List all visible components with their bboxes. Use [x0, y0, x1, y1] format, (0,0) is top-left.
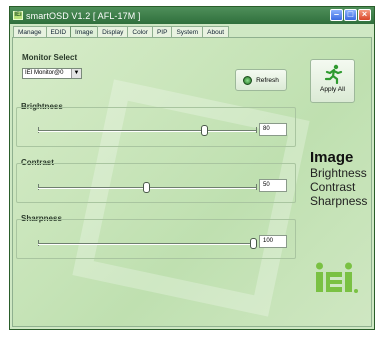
minimize-button[interactable]: – [330, 9, 343, 21]
tab-color[interactable]: Color [127, 26, 153, 37]
contrast-slider-thumb[interactable] [143, 182, 150, 193]
tab-manage[interactable]: Manage [13, 26, 47, 37]
running-man-icon [324, 64, 342, 84]
maximize-button[interactable]: □ [344, 9, 357, 21]
tab-system[interactable]: System [171, 26, 204, 37]
apply-all-label: Apply All [320, 86, 345, 93]
slider-end [256, 184, 257, 190]
caption-item-brightness: Brightness [310, 166, 367, 180]
slider-end [256, 127, 257, 133]
sharpness-value-field[interactable]: 100 [259, 235, 287, 248]
refresh-button[interactable]: Refresh [235, 69, 287, 91]
brightness-value-field[interactable]: 80 [259, 123, 287, 136]
contrast-group [16, 163, 296, 203]
caption-title: Image [310, 149, 354, 166]
monitor-select-value: IEI Monitor@0 [25, 70, 64, 76]
window-title: smartOSD V1.2 [ AFL-17M ] [26, 10, 141, 21]
tab-about[interactable]: About [202, 26, 230, 37]
brightness-slider-thumb[interactable] [201, 125, 208, 136]
refresh-icon [243, 75, 253, 85]
chevron-down-icon[interactable]: ▼ [71, 69, 81, 78]
apply-all-button[interactable]: Apply All [310, 59, 355, 103]
caption-item-contrast: Contrast [310, 180, 356, 194]
tab-pip[interactable]: PIP [151, 26, 173, 37]
brightness-group [16, 107, 296, 147]
iei-logo-icon [316, 262, 358, 293]
app-logo-icon: IEi [13, 11, 23, 20]
monitor-select-label: Monitor Select [22, 53, 78, 62]
caption-item-sharpness: Sharpness [310, 194, 368, 208]
sharpness-slider-track[interactable] [38, 243, 256, 245]
tab-edid[interactable]: EDID [45, 26, 72, 37]
image-caption: Image Brightness Contrast Sharpness [310, 149, 382, 209]
brightness-slider-track[interactable] [38, 130, 256, 132]
tab-display[interactable]: Display [97, 26, 129, 37]
refresh-label: Refresh [256, 76, 279, 84]
monitor-select-dropdown[interactable]: IEI Monitor@0 ▼ [22, 68, 82, 79]
title-bar[interactable]: IEi smartOSD V1.2 [ AFL-17M ] – □ × [10, 7, 374, 24]
sharpness-slider-thumb[interactable] [250, 238, 257, 249]
close-button[interactable]: × [358, 9, 371, 21]
contrast-value-field[interactable]: 50 [259, 179, 287, 192]
